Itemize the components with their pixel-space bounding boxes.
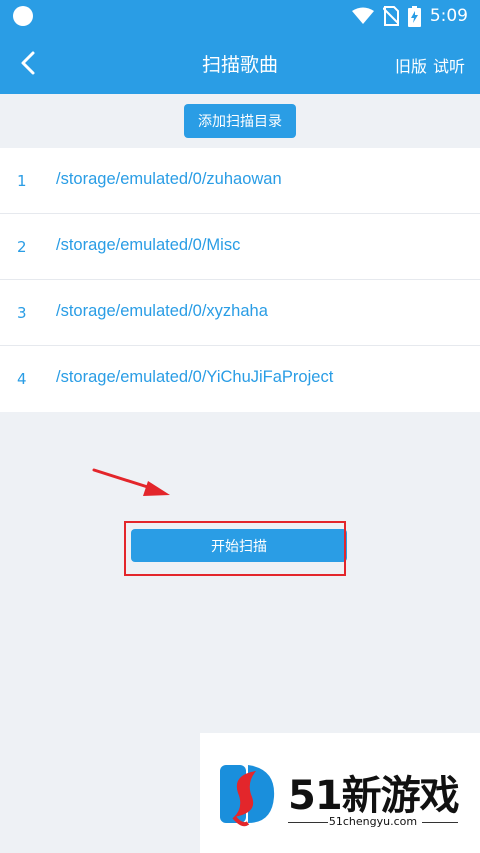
list-item-index: 4 [17,370,27,388]
try-listen-button[interactable]: 试听 [433,53,465,77]
directory-list: 1 /storage/emulated/0/zuhaowan 2 /storag… [0,148,480,412]
list-item-index: 3 [17,304,27,322]
annotation-arrow-icon [92,468,170,496]
status-bar: 5:09 [0,0,480,32]
list-item[interactable]: 1 /storage/emulated/0/zuhaowan [0,148,480,214]
battery-charging-icon [407,5,421,27]
list-item-path: /storage/emulated/0/YiChuJiFaProject [56,368,334,386]
divider [422,822,458,823]
list-item-path: /storage/emulated/0/Misc [56,236,241,254]
watermark-brand: 51新游戏 [288,773,460,819]
old-version-button[interactable]: 旧版 [395,53,427,77]
list-item-index: 1 [17,172,27,190]
no-sim-icon [382,6,399,26]
list-item-path: /storage/emulated/0/xyzhaha [56,302,268,320]
notification-dot-icon [13,6,33,26]
status-icons: 5:09 [351,5,468,27]
list-item[interactable]: 4 /storage/emulated/0/YiChuJiFaProject [0,346,480,412]
annotation-highlight-box [124,521,346,576]
status-time: 5:09 [429,6,468,26]
brand-logo-icon [220,765,275,827]
list-item-path: /storage/emulated/0/zuhaowan [56,170,282,188]
add-scan-directory-button[interactable]: 添加扫描目录 [184,104,296,138]
wifi-icon [351,7,374,24]
list-item[interactable]: 3 /storage/emulated/0/xyzhaha [0,280,480,346]
list-item-index: 2 [17,238,27,256]
app-bar: 扫描歌曲 旧版 试听 [0,32,480,94]
list-item[interactable]: 2 /storage/emulated/0/Misc [0,214,480,280]
watermark: 51新游戏 51chengyu.com [200,733,480,853]
